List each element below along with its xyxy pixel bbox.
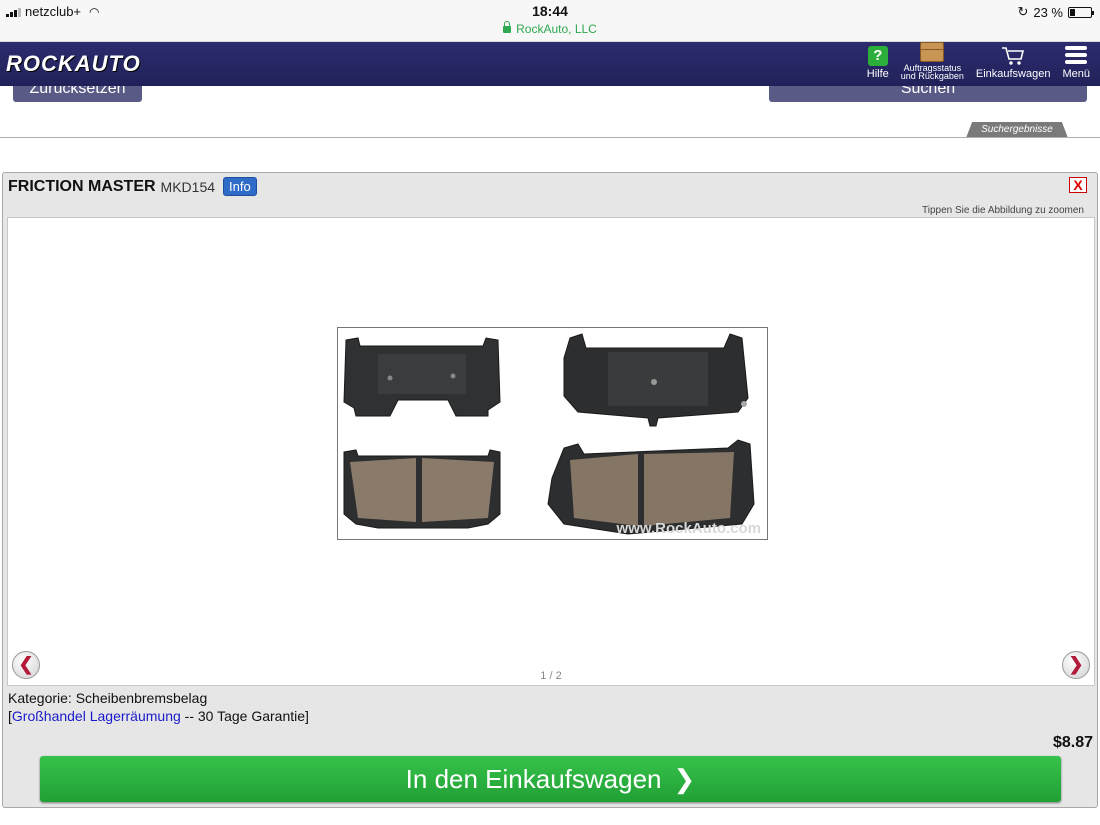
product-image[interactable]: www.RockAuto.com: [337, 327, 768, 540]
status-bar: netzclub+ ◠ 18:44 RockAuto, LLC ↻ 23 %: [0, 0, 1100, 42]
menu-label: Menü: [1062, 68, 1090, 80]
brake-pads-illustration: [343, 333, 755, 535]
product-title: FRICTION MASTER MKD154 Info: [8, 177, 257, 196]
battery-percent: 23 %: [1033, 4, 1063, 20]
reset-button[interactable]: Zurücksetzen: [13, 86, 142, 102]
site-header: ROCKAUTO ? Hilfe Auftragsstatus und Rück…: [0, 42, 1100, 86]
watermark: www.RockAuto.com: [616, 520, 761, 537]
rockauto-logo[interactable]: ROCKAUTO: [6, 51, 141, 77]
cart-label: Einkaufswagen: [975, 68, 1051, 80]
package-icon: [920, 42, 945, 62]
product-price: $8.87: [1052, 734, 1093, 751]
add-to-cart-button[interactable]: In den Einkaufswagen ❯: [40, 756, 1061, 802]
product-category: Kategorie: Scheibenbremsbelag: [8, 690, 208, 706]
lock-icon: [503, 21, 512, 33]
help-label: Hilfe: [866, 68, 889, 80]
close-button[interactable]: X: [1069, 177, 1087, 193]
product-panel: FRICTION MASTER MKD154 Info X Tippen Sie…: [2, 172, 1098, 808]
site-name: RockAuto, LLC: [516, 22, 597, 36]
rotation-lock-icon: ↻: [1017, 4, 1029, 19]
brake-pad-back-right: [563, 333, 749, 427]
part-number: MKD154: [160, 178, 216, 195]
warranty-text: -- 30 Tage Garantie]: [180, 708, 309, 724]
clearance-link[interactable]: Großhandel Lagerräumung: [12, 708, 181, 724]
brake-pad-back-left: [343, 337, 501, 417]
info-button[interactable]: Info: [223, 177, 257, 196]
search-button[interactable]: Suchen: [769, 86, 1087, 102]
zoom-hint: Tippen Sie die Abbildung zu zoomen: [922, 205, 1084, 216]
hamburger-icon: [1065, 46, 1088, 64]
header-nav: ? Hilfe Auftragsstatus und Rückgaben Ein…: [861, 42, 1096, 86]
cart-icon: [1002, 47, 1025, 65]
image-viewer: www.RockAuto.com ❮ ❯ 1 / 2: [7, 217, 1095, 686]
divider: [0, 137, 1100, 138]
chevron-right-icon: ❯: [673, 764, 696, 794]
order-status-label-2: und Rückgaben: [900, 71, 964, 81]
address-bar[interactable]: RockAuto, LLC: [0, 21, 1100, 36]
order-status-button[interactable]: Auftragsstatus und Rückgaben: [895, 42, 970, 86]
menu-button[interactable]: Menü: [1056, 46, 1096, 86]
add-to-cart-label: In den Einkaufswagen: [405, 764, 662, 794]
battery-icon: [1068, 6, 1094, 18]
clock: 18:44: [532, 3, 568, 19]
search-results-tab[interactable]: Suchergebnisse: [966, 122, 1068, 138]
cart-button[interactable]: Einkaufswagen: [970, 46, 1057, 86]
help-button[interactable]: ? Hilfe: [861, 46, 895, 86]
brake-pad-front-left: [343, 449, 501, 529]
clearance-note: [Großhandel Lagerräumung -- 30 Tage Gara…: [8, 708, 309, 724]
brand-name: FRICTION MASTER: [8, 177, 156, 195]
image-pager: 1 / 2: [540, 670, 562, 682]
help-icon: ?: [867, 46, 888, 66]
battery-info: ↻ 23 %: [1017, 4, 1094, 20]
